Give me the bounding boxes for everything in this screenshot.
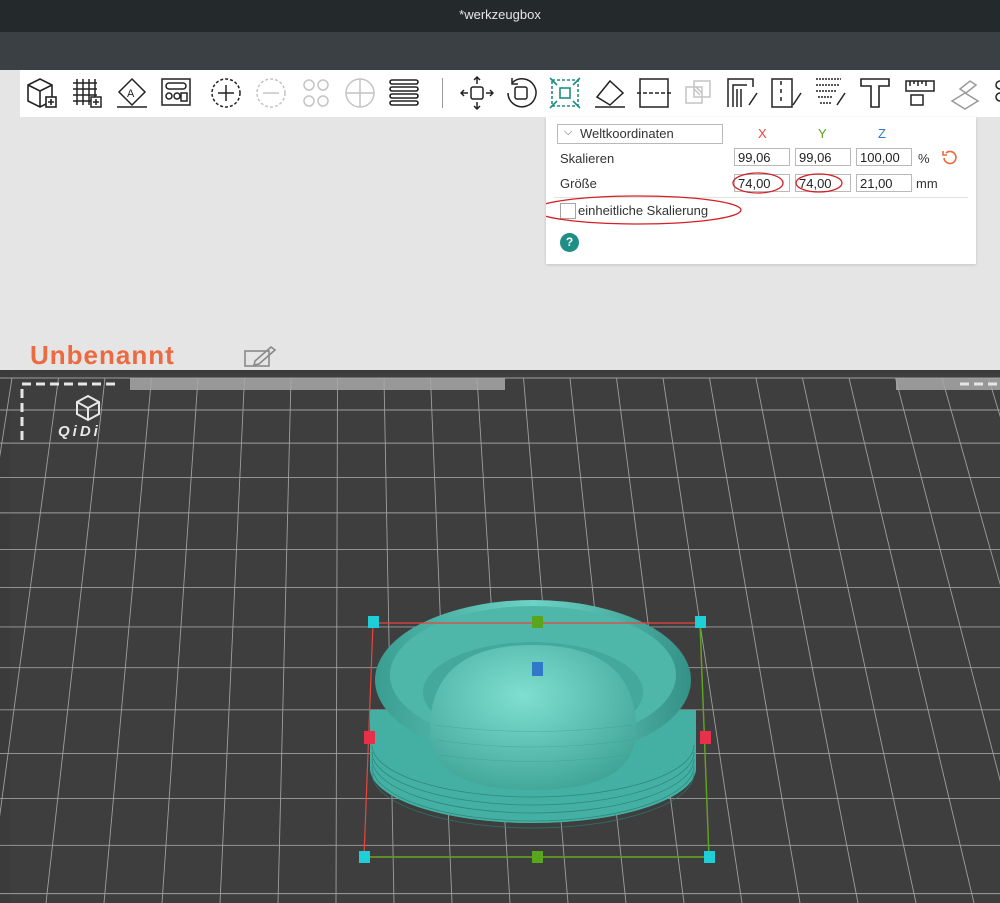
window-title: *werkzeugbox bbox=[459, 7, 541, 22]
build-plate-grid bbox=[0, 370, 1000, 903]
cut-icon[interactable] bbox=[637, 75, 671, 111]
auto-place-icon[interactable]: A bbox=[115, 75, 149, 111]
text-icon[interactable] bbox=[858, 75, 892, 111]
axis-x-header: X bbox=[758, 126, 767, 141]
support-paint-icon[interactable] bbox=[725, 75, 759, 111]
uniform-scaling-label: einheitliche Skalierung bbox=[578, 203, 709, 218]
layers-icon[interactable] bbox=[387, 75, 421, 111]
measure-icon[interactable] bbox=[903, 75, 937, 111]
edit-icon[interactable] bbox=[243, 345, 277, 369]
chevron-down-icon: ⌵ bbox=[564, 126, 573, 138]
size-y-input[interactable]: 74,00 bbox=[795, 174, 851, 192]
scale-y-input[interactable]: 99,06 bbox=[795, 148, 851, 166]
size-x-input[interactable]: 74,00 bbox=[734, 174, 790, 192]
add-part-icon[interactable] bbox=[24, 75, 58, 111]
coordinate-system-dropdown[interactable]: ⌵ Weltkoordinaten bbox=[557, 124, 723, 144]
scale-row-label: Skalieren bbox=[560, 151, 615, 166]
assembly-icon[interactable] bbox=[948, 75, 982, 111]
build-plate[interactable] bbox=[0, 370, 1000, 903]
layout-icon[interactable] bbox=[159, 75, 193, 111]
svg-text:A: A bbox=[127, 88, 135, 100]
menu-bar bbox=[0, 32, 1000, 70]
fuzzy-paint-icon[interactable] bbox=[813, 75, 847, 111]
seam-paint-icon[interactable] bbox=[769, 75, 803, 111]
title-bar: *werkzeugbox bbox=[0, 0, 1000, 32]
move-icon[interactable] bbox=[460, 75, 494, 111]
size-z-input[interactable]: 21,00 bbox=[856, 174, 912, 192]
remove-instance-icon bbox=[254, 75, 288, 111]
help-icon[interactable]: ? bbox=[560, 233, 579, 252]
scale-z-input[interactable]: 100,00 bbox=[856, 148, 912, 166]
lay-on-face-icon[interactable] bbox=[593, 75, 627, 111]
divider bbox=[554, 197, 968, 198]
project-title: Unbenannt bbox=[30, 340, 175, 370]
size-unit: mm bbox=[916, 176, 938, 191]
brand-logo-text: QiDi bbox=[58, 423, 101, 440]
rotate-icon[interactable] bbox=[504, 75, 538, 111]
grid-add-icon[interactable] bbox=[69, 75, 103, 111]
split-parts-icon bbox=[343, 75, 377, 111]
scale-unit: % bbox=[918, 151, 930, 166]
axis-y-header: Y bbox=[818, 126, 827, 141]
uniform-scaling-checkbox[interactable] bbox=[560, 203, 576, 219]
coordinate-system-label: Weltkoordinaten bbox=[580, 126, 674, 141]
toolbar-separator bbox=[442, 78, 443, 108]
scale-x-input[interactable]: 99,06 bbox=[734, 148, 790, 166]
more-tools-icon[interactable] bbox=[992, 75, 1000, 111]
axis-z-header: Z bbox=[878, 126, 886, 141]
boolean-icon bbox=[681, 75, 715, 111]
reset-icon[interactable] bbox=[942, 149, 958, 165]
size-row-label: Größe bbox=[560, 176, 597, 191]
add-instance-icon[interactable] bbox=[209, 75, 243, 111]
scale-icon[interactable] bbox=[548, 75, 582, 111]
toolbar: A bbox=[20, 70, 1000, 117]
split-objects-icon bbox=[299, 75, 333, 111]
scale-panel: ⌵ Weltkoordinaten X Y Z Skalieren 99,06 … bbox=[546, 117, 976, 264]
